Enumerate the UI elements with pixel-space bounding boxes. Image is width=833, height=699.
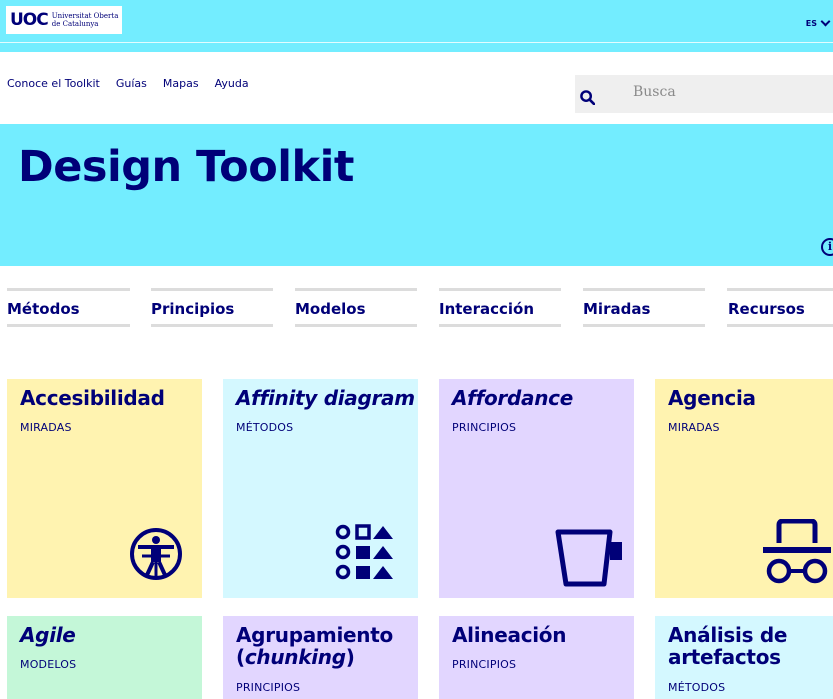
shapes-grid-icon: [335, 524, 393, 580]
card-accesibilidad[interactable]: Accesibilidad MIRADAS: [7, 379, 202, 598]
hero-banner: Design Toolkit i: [0, 124, 833, 266]
logo-line-1: Universitat Oberta: [51, 12, 119, 20]
tab-interaccion[interactable]: Interacción: [439, 288, 561, 327]
nav-item-mapas[interactable]: Mapas: [163, 77, 199, 90]
chevron-down-icon: [820, 16, 831, 27]
language-label: ES: [805, 19, 817, 28]
nav-item-conoce[interactable]: Conoce el Toolkit: [7, 77, 100, 90]
tab-principios[interactable]: Principios: [151, 288, 273, 327]
search-icon: [580, 90, 595, 105]
card-title: Alineación: [452, 623, 567, 647]
card-affinity-diagram[interactable]: Affinity diagram MÉTODOS: [223, 379, 418, 598]
card-subtitle: PRINCIPIOS: [452, 421, 517, 434]
card-subtitle: MODELOS: [20, 658, 77, 671]
card-agile[interactable]: Agile MODELOS: [7, 616, 202, 699]
logo-line-2: de Catalunya: [51, 20, 99, 28]
card-subtitle: PRINCIPIOS: [452, 658, 517, 671]
card-subtitle: MÉTODOS: [236, 421, 294, 434]
page-title: Design Toolkit: [18, 142, 354, 192]
cup-icon: [555, 529, 622, 587]
card-title: Agile: [20, 623, 76, 647]
card-title: Análisis de artefactos: [668, 624, 787, 668]
card-title: Agrupamiento (chunking): [236, 624, 393, 668]
tab-modelos[interactable]: Modelos: [295, 288, 417, 327]
card-agrupamiento[interactable]: Agrupamiento (chunking) PRINCIPIOS: [223, 616, 418, 699]
card-title: Affordance: [452, 386, 573, 410]
category-tabs: Métodos Principios Modelos Interacción M…: [0, 288, 833, 328]
uoc-logo[interactable]: UOC Universitat Oberta de Catalunya: [6, 6, 123, 34]
logo-mark: UOC: [10, 10, 49, 30]
card-title-paren-close: ): [345, 645, 355, 669]
card-title-line-2: artefactos: [668, 645, 781, 669]
card-title: Agencia: [668, 386, 756, 410]
vitruvian-accessibility-icon: [130, 528, 182, 580]
card-subtitle: MIRADAS: [668, 421, 720, 434]
nav-item-guias[interactable]: Guías: [116, 77, 147, 90]
info-icon[interactable]: i: [821, 238, 833, 256]
search-placeholder: Busca: [633, 84, 676, 100]
nav-item-ayuda[interactable]: Ayuda: [215, 77, 249, 90]
card-title-italic: chunking: [244, 645, 346, 669]
card-title: Affinity diagram: [236, 386, 415, 410]
main-nav: Conoce el Toolkit Guías Mapas Ayuda: [7, 77, 249, 90]
search-input[interactable]: [575, 75, 833, 113]
tab-miradas[interactable]: Miradas: [583, 288, 705, 327]
card-title-line-1: Agrupamiento: [236, 623, 393, 647]
search-button[interactable]: [575, 75, 625, 113]
logo-text: Universitat Oberta de Catalunya: [52, 12, 119, 28]
card-subtitle: MIRADAS: [20, 421, 72, 434]
card-title-paren-open: (: [236, 645, 245, 669]
top-bar: UOC Universitat Oberta de Catalunya ES: [0, 0, 833, 52]
hat-glasses-icon: [763, 519, 831, 584]
card-subtitle: MÉTODOS: [668, 681, 726, 694]
card-title: Accesibilidad: [20, 386, 165, 410]
language-selector[interactable]: ES: [805, 16, 831, 28]
card-agencia[interactable]: Agencia MIRADAS: [655, 379, 833, 598]
tab-metodos[interactable]: Métodos: [7, 288, 130, 327]
card-analisis-de-artefactos[interactable]: Análisis de artefactos MÉTODOS: [655, 616, 833, 699]
divider: [0, 42, 833, 43]
card-title-line-1: Análisis de: [668, 623, 788, 647]
card-affordance[interactable]: Affordance PRINCIPIOS: [439, 379, 634, 598]
tab-recursos[interactable]: Recursos: [727, 288, 833, 327]
card-subtitle: PRINCIPIOS: [236, 681, 301, 694]
card-alineacion[interactable]: Alineación PRINCIPIOS: [439, 616, 634, 699]
